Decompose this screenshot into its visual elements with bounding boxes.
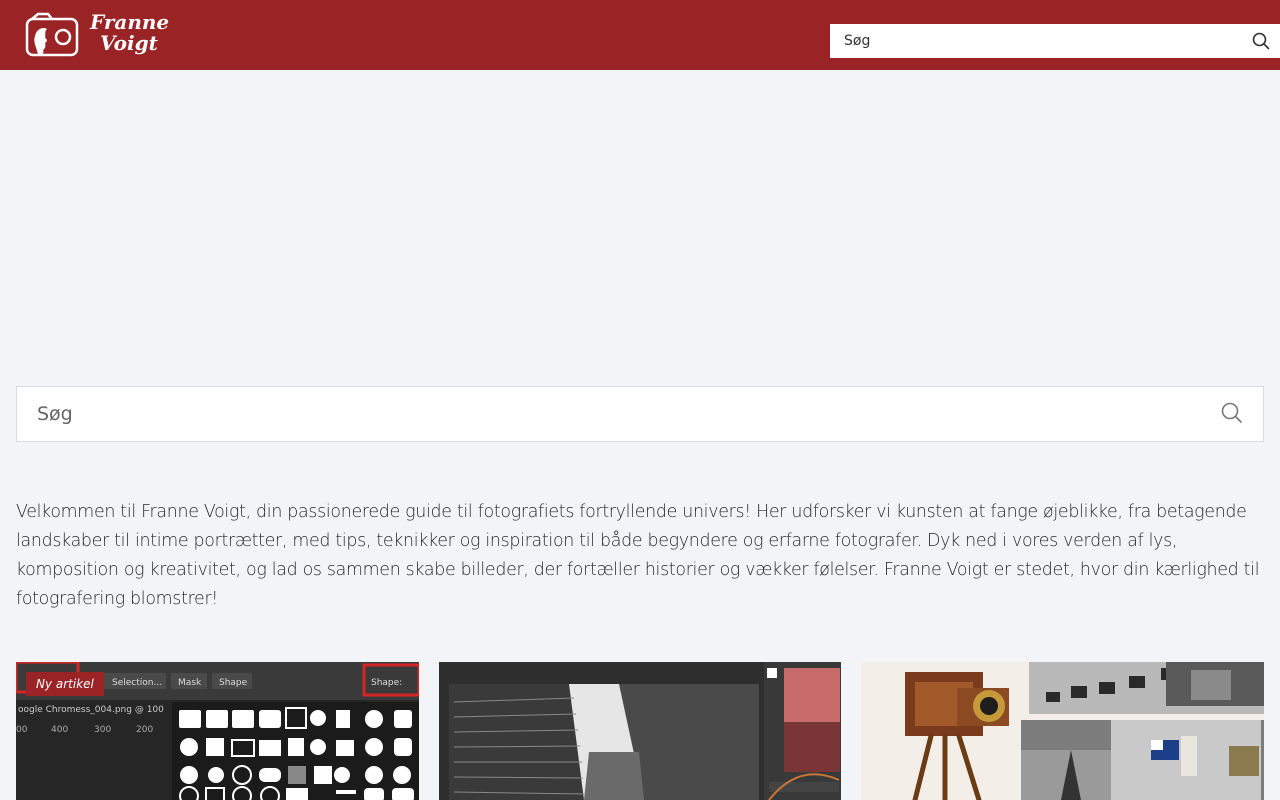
article-thumbnail — [439, 662, 841, 800]
search-icon[interactable] — [1252, 32, 1270, 50]
article-card[interactable] — [439, 662, 841, 800]
intro-text: Velkommen til Franne Voigt, din passione… — [16, 502, 1260, 609]
main-search-input[interactable] — [17, 387, 1167, 441]
logo-line-2: Voigt — [100, 31, 158, 55]
toolbar-selection: Selection... — [112, 678, 162, 688]
article-card[interactable]: Selection... Mask Shape Shape: oogle Chr… — [16, 662, 419, 800]
camera-portrait-icon — [25, 12, 79, 57]
search-icon[interactable] — [1221, 402, 1243, 424]
shape-label: Shape: — [371, 678, 402, 688]
toolbar-shape: Shape — [219, 678, 248, 688]
site-header: Franne Voigt — [0, 0, 1280, 70]
article-card[interactable] — [861, 662, 1264, 800]
logo-line-1: Franne — [90, 10, 170, 34]
logo-wordmark: Franne Voigt — [90, 12, 169, 54]
ruler-200: 200 — [136, 725, 153, 735]
ruler-00: 00 — [16, 725, 28, 735]
ruler-300: 300 — [94, 725, 111, 735]
ruler-400: 400 — [51, 725, 68, 735]
header-search — [830, 24, 1280, 58]
article-cards: Selection... Mask Shape Shape: oogle Chr… — [16, 662, 1264, 800]
main-search — [16, 386, 1264, 442]
article-thumbnail — [861, 662, 1264, 800]
site-logo[interactable]: Franne Voigt — [24, 12, 174, 58]
toolbar-mask: Mask — [178, 678, 202, 688]
header-search-input[interactable] — [830, 24, 1230, 58]
file-tab: oogle Chromess_004.png @ 100 — [18, 705, 164, 715]
new-article-badge: Ny artikel — [26, 672, 104, 696]
